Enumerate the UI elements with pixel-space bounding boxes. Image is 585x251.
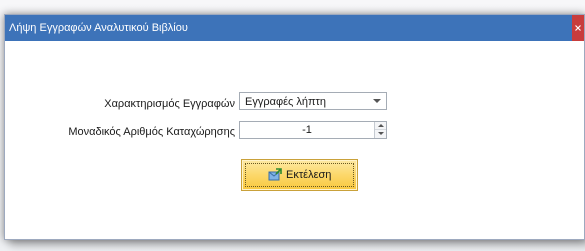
reg-no-stepper <box>239 121 387 139</box>
doc-type-value: Εγγραφές λήπτη <box>245 96 327 108</box>
spin-up-icon[interactable] <box>375 122 386 130</box>
window-title: Λήψη Εγγραφών Αναλυτικού Βιβλίου <box>9 22 188 34</box>
execute-icon <box>268 168 282 181</box>
close-button[interactable] <box>572 15 584 41</box>
spin-buttons <box>374 122 386 138</box>
chevron-down-icon[interactable] <box>373 99 381 103</box>
doc-type-dropdown[interactable]: Εγγραφές λήπτη <box>239 92 387 110</box>
doc-type-label: Χαρακτηρισμός Εγγραφών <box>104 98 235 110</box>
title-bar[interactable]: Λήψη Εγγραφών Αναλυτικού Βιβλίου <box>5 15 584 41</box>
reg-no-label: Μοναδικός Αριθμός Καταχώρησης <box>68 126 235 138</box>
spin-down-icon[interactable] <box>375 130 386 138</box>
execute-label: Εκτέλεση <box>286 169 332 181</box>
dialog-window: Λήψη Εγγραφών Αναλυτικού Βιβλίου Χαρακτη… <box>4 14 585 240</box>
execute-button[interactable]: Εκτέλεση <box>241 159 358 191</box>
reg-no-input[interactable] <box>240 122 374 138</box>
dialog-body: Χαρακτηρισμός Εγγραφών Εγγραφές λήπτη Μο… <box>5 41 584 239</box>
close-icon <box>575 25 581 31</box>
